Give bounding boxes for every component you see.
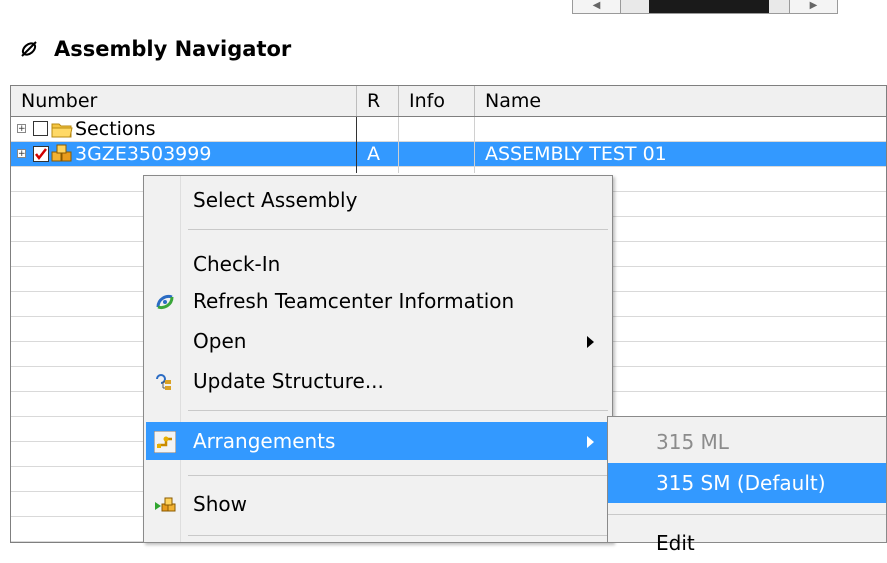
update-structure-icon	[156, 374, 171, 390]
table-header: Number R Info Name	[11, 86, 886, 117]
menu-item-select-assembly[interactable]: Select Assembly	[146, 181, 608, 219]
menu-separator	[188, 410, 608, 411]
submenu-item-315-sm-default[interactable]: 315 SM (Default)	[608, 463, 886, 503]
menu-item-label: Update Structure...	[193, 369, 384, 393]
scroll-left-arrow-icon[interactable]: ◀	[573, 0, 621, 13]
panel-title: Assembly Navigator	[54, 37, 292, 61]
column-header-number[interactable]: Number	[11, 86, 357, 116]
context-menu: Select Assembly Check-In Refresh Teamcen…	[143, 175, 613, 543]
menu-item-label: Arrangements	[193, 429, 336, 453]
scrollbar-thumb[interactable]	[649, 0, 769, 13]
submenu-separator	[608, 514, 886, 515]
submenu-item-label: 315 ML	[656, 430, 729, 454]
folder-icon	[51, 123, 73, 138]
menu-item-refresh-teamcenter[interactable]: Refresh Teamcenter Information	[146, 282, 608, 320]
row-number: Sections	[75, 118, 156, 140]
column-divider	[398, 117, 399, 173]
row-name: ASSEMBLY TEST 01	[485, 143, 667, 165]
menu-item-label: Show	[193, 492, 247, 516]
menu-item-update-structure[interactable]: Update Structure...	[146, 362, 608, 400]
checked-checkbox-icon[interactable]	[33, 146, 49, 162]
menu-separator	[188, 475, 608, 476]
menu-item-show[interactable]: Show	[146, 485, 608, 523]
scroll-right-arrow-icon[interactable]: ▶	[789, 0, 837, 13]
refresh-teamcenter-icon	[156, 295, 174, 309]
column-header-info[interactable]: Info	[399, 86, 475, 116]
submenu-item-label: Edit	[656, 531, 695, 555]
row-info	[399, 142, 475, 166]
submenu-item-315-ml[interactable]: 315 ML	[608, 422, 886, 462]
horizontal-scrollbar[interactable]: ◀ ▶	[572, 0, 838, 14]
row-r	[357, 117, 399, 141]
submenu-item-edit[interactable]: Edit	[608, 523, 886, 563]
menu-item-label: Select Assembly	[193, 188, 358, 212]
row-number: 3GZE3503999	[75, 143, 212, 165]
row-info	[399, 117, 475, 141]
submenu-item-label: 315 SM (Default)	[656, 471, 826, 495]
submenu-arrow-icon	[587, 336, 594, 348]
column-header-r[interactable]: R	[357, 86, 399, 116]
menu-item-check-in[interactable]: Check-In	[146, 245, 608, 283]
panel-header: Assembly Navigator	[18, 34, 291, 64]
arrangements-submenu: 315 ML 315 SM (Default) Edit	[607, 416, 887, 555]
visibility-checkbox[interactable]	[33, 121, 48, 136]
menu-item-label: Open	[193, 329, 247, 353]
column-divider	[474, 117, 475, 173]
row-r: A	[367, 143, 380, 165]
show-icon	[155, 497, 176, 512]
table-row[interactable]: + Sections	[11, 117, 886, 142]
menu-separator	[188, 229, 608, 230]
column-header-name[interactable]: Name	[475, 86, 886, 116]
expand-icon[interactable]: +	[17, 124, 26, 134]
column-divider	[356, 117, 357, 173]
menu-item-label: Check-In	[193, 252, 281, 276]
menu-item-label: Refresh Teamcenter Information	[193, 289, 515, 313]
menu-separator	[188, 535, 608, 536]
row-name	[485, 117, 885, 141]
submenu-arrow-icon	[587, 436, 594, 448]
assembly-icon	[51, 144, 72, 162]
menu-item-open[interactable]: Open	[146, 322, 608, 360]
menu-item-arrangements[interactable]: Arrangements	[146, 422, 608, 460]
table-row-selected[interactable]: + 3GZE3503999 A ASSEMBLY TEST 01	[11, 142, 886, 167]
expand-icon[interactable]: +	[17, 149, 26, 159]
assembly-navigator-icon	[21, 41, 37, 57]
arrangements-icon	[154, 431, 176, 453]
